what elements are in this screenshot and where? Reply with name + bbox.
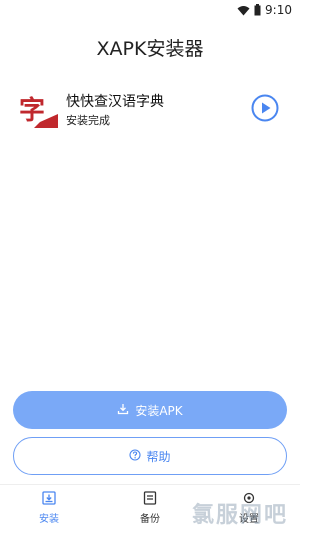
install-apk-label: 安装APK	[135, 403, 183, 418]
install-box-icon	[14, 491, 84, 508]
app-list-item[interactable]: 字 快快查汉语字典 安装完成	[0, 88, 300, 132]
gear-icon	[214, 491, 284, 508]
nav-backup-label: 备份	[140, 514, 160, 525]
nav-settings-label: 设置	[239, 514, 259, 525]
app-name: 快快查汉语字典	[66, 94, 164, 110]
nav-install-label: 安装	[39, 514, 59, 525]
nav-item-settings[interactable]: 设置	[214, 491, 284, 525]
app-status: 安装完成	[66, 114, 110, 127]
nav-item-backup[interactable]: 备份	[115, 491, 185, 525]
page-title: XAPK安装器	[96, 38, 204, 60]
app-icon-glyph: 字	[19, 95, 45, 126]
help-button[interactable]: 帮助	[13, 437, 287, 475]
backup-icon	[115, 491, 185, 508]
help-icon	[129, 448, 142, 464]
wifi-icon	[237, 5, 250, 16]
status-bar: 9:10	[0, 0, 300, 22]
download-icon	[117, 403, 129, 418]
status-indicators: 9:10	[237, 3, 292, 17]
bottom-nav: 安装 备份 设置 氯服网吧	[0, 484, 300, 533]
nav-item-install[interactable]: 安装	[14, 491, 84, 525]
play-button[interactable]	[251, 94, 279, 122]
battery-icon	[254, 4, 261, 16]
app-icon: 字	[18, 92, 58, 128]
play-circle-icon	[251, 94, 279, 122]
install-apk-button[interactable]: 安装APK	[13, 391, 287, 429]
status-time: 9:10	[265, 3, 292, 17]
help-label: 帮助	[146, 449, 171, 464]
